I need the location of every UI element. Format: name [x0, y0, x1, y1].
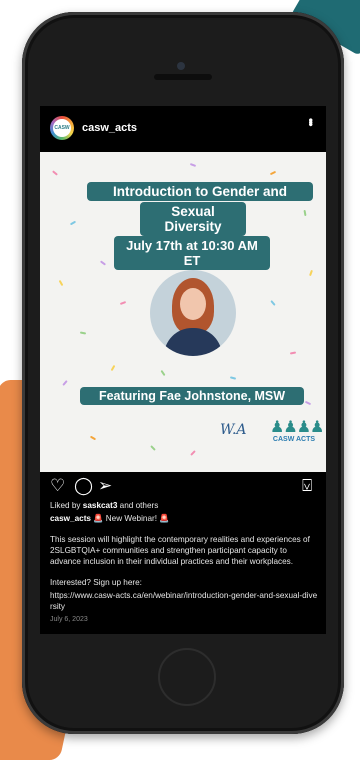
liked-by-suffix: and others [119, 501, 159, 510]
partner-logo: W.A [220, 422, 247, 438]
phone-frame: CASW casw_acts ••• Introduction to Gende… [22, 12, 344, 734]
caption-signup: Interested? Sign up here: [50, 578, 142, 587]
heart-outline-icon[interactable]: ♡ [50, 476, 65, 496]
front-camera [177, 62, 185, 70]
featuring-banner: Featuring Fae Johnstone, MSW [80, 387, 304, 405]
account-username[interactable]: casw_acts [82, 122, 137, 134]
speaker-photo [150, 270, 236, 356]
people-icon: ♟♟♟♟ [270, 419, 324, 436]
liked-by-user[interactable]: saskcat3 [83, 501, 118, 510]
post-title-line-1: Introduction to Gender and [87, 182, 313, 201]
caption-author[interactable]: casw_acts [50, 514, 91, 523]
caption-headline: 🚨 New Webinar! 🚨 [93, 514, 170, 523]
comment-icon[interactable]: ◯ [74, 476, 93, 496]
account-avatar[interactable]: CASW [50, 116, 74, 140]
post-actions-bar: ♡ ◯ ➢ ⍌ [40, 474, 326, 498]
avatar-logo: CASW [53, 119, 71, 137]
webinar-date-banner: July 17th at 10:30 AM ET [114, 236, 270, 270]
send-icon[interactable]: ➢ [98, 476, 112, 496]
casw-acts-logo-text: CASW ACTS [272, 436, 316, 443]
caption-body: This session will highlight the contempo… [50, 535, 310, 566]
post-date: July 6, 2023 [50, 616, 88, 623]
home-button[interactable] [158, 648, 216, 706]
bookmark-icon[interactable]: ⍌ [302, 476, 312, 496]
earpiece-speaker [154, 74, 212, 80]
photo-face [180, 288, 206, 320]
post-title-line-2: Sexual Diversity [140, 202, 246, 236]
post-caption: Liked by saskcat3 and others casw_acts 🚨… [50, 500, 318, 625]
liked-by-prefix: Liked by [50, 501, 81, 510]
more-options-icon[interactable]: ••• [304, 118, 318, 125]
instagram-post-screen: CASW casw_acts ••• Introduction to Gende… [40, 106, 326, 634]
photo-sweater [164, 328, 222, 356]
post-header: CASW casw_acts ••• [40, 106, 326, 152]
casw-acts-logo: ♟♟♟♟ CASW ACTS [270, 419, 324, 456]
caption-link[interactable]: https://www.casw-acts.ca/en/webinar/intr… [50, 590, 318, 612]
post-image[interactable]: Introduction to Gender and Sexual Divers… [40, 152, 326, 472]
